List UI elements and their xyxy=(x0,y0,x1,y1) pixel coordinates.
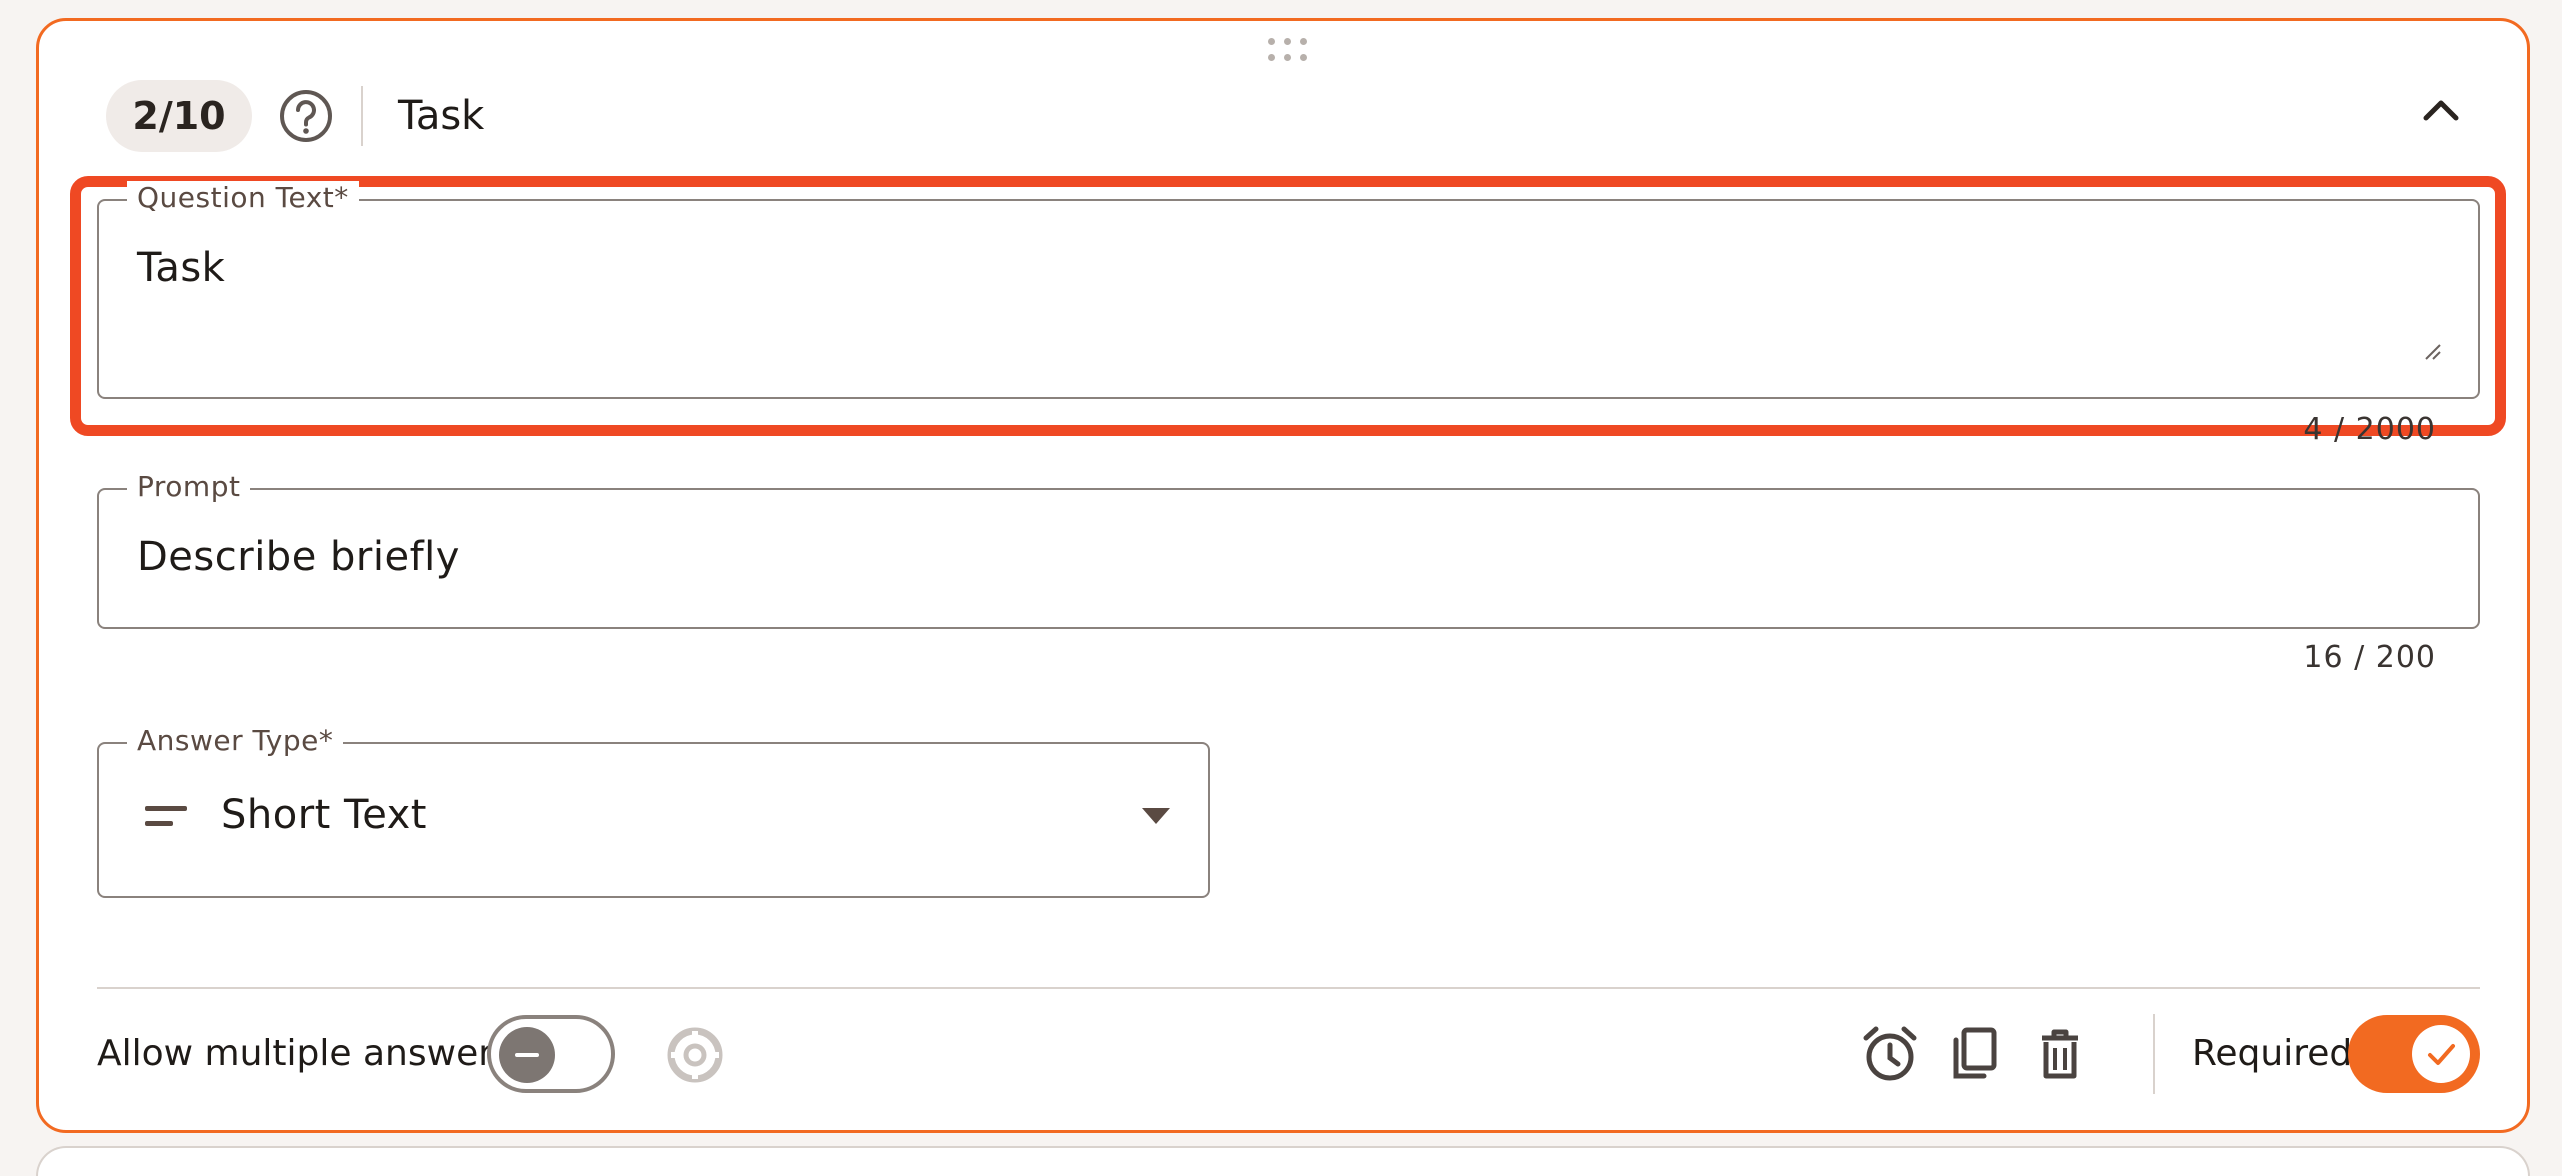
prompt-input[interactable]: Describe briefly xyxy=(137,534,460,580)
required-toggle[interactable] xyxy=(2348,1015,2480,1093)
question-title: Task xyxy=(398,93,485,139)
resize-handle-icon[interactable] xyxy=(2424,343,2442,361)
delete-icon[interactable] xyxy=(2030,1024,2090,1084)
required-label: Required xyxy=(2192,1033,2353,1074)
allow-multiple-label: Allow multiple answers xyxy=(97,1033,512,1074)
short-text-icon xyxy=(145,806,187,826)
footer-vertical-divider xyxy=(2153,1014,2155,1094)
dropdown-arrow-icon[interactable] xyxy=(1142,808,1170,824)
answer-type-value: Short Text xyxy=(221,792,427,838)
drag-handle-icon[interactable] xyxy=(1268,38,1308,64)
question-text-char-count: 4 / 2000 xyxy=(2303,412,2436,447)
question-text-label: Question Text* xyxy=(127,181,359,215)
header-divider xyxy=(361,86,363,146)
next-question-card xyxy=(36,1146,2530,1176)
question-text-field[interactable]: Question Text* Task xyxy=(97,181,2480,399)
chevron-up-icon[interactable] xyxy=(2418,92,2464,128)
alarm-icon[interactable] xyxy=(1860,1024,1920,1084)
footer-divider xyxy=(97,987,2480,989)
question-counter-badge: 2/10 xyxy=(106,80,252,152)
checkmark-icon xyxy=(2428,1044,2455,1065)
prompt-label: Prompt xyxy=(127,470,251,504)
help-icon[interactable] xyxy=(278,88,334,144)
toggle-knob-off xyxy=(499,1027,555,1083)
answer-type-label: Answer Type* xyxy=(127,724,344,758)
answer-type-select[interactable]: Answer Type* Short Text xyxy=(97,724,1210,898)
settings-icon[interactable] xyxy=(666,1026,724,1084)
toggle-knob-on xyxy=(2412,1025,2470,1083)
prompt-field[interactable]: Prompt Describe briefly xyxy=(97,470,2480,629)
copy-icon[interactable] xyxy=(1944,1024,2004,1084)
prompt-char-count: 16 / 200 xyxy=(2303,640,2436,675)
allow-multiple-toggle[interactable] xyxy=(487,1015,615,1093)
question-text-input[interactable]: Task xyxy=(137,245,225,291)
